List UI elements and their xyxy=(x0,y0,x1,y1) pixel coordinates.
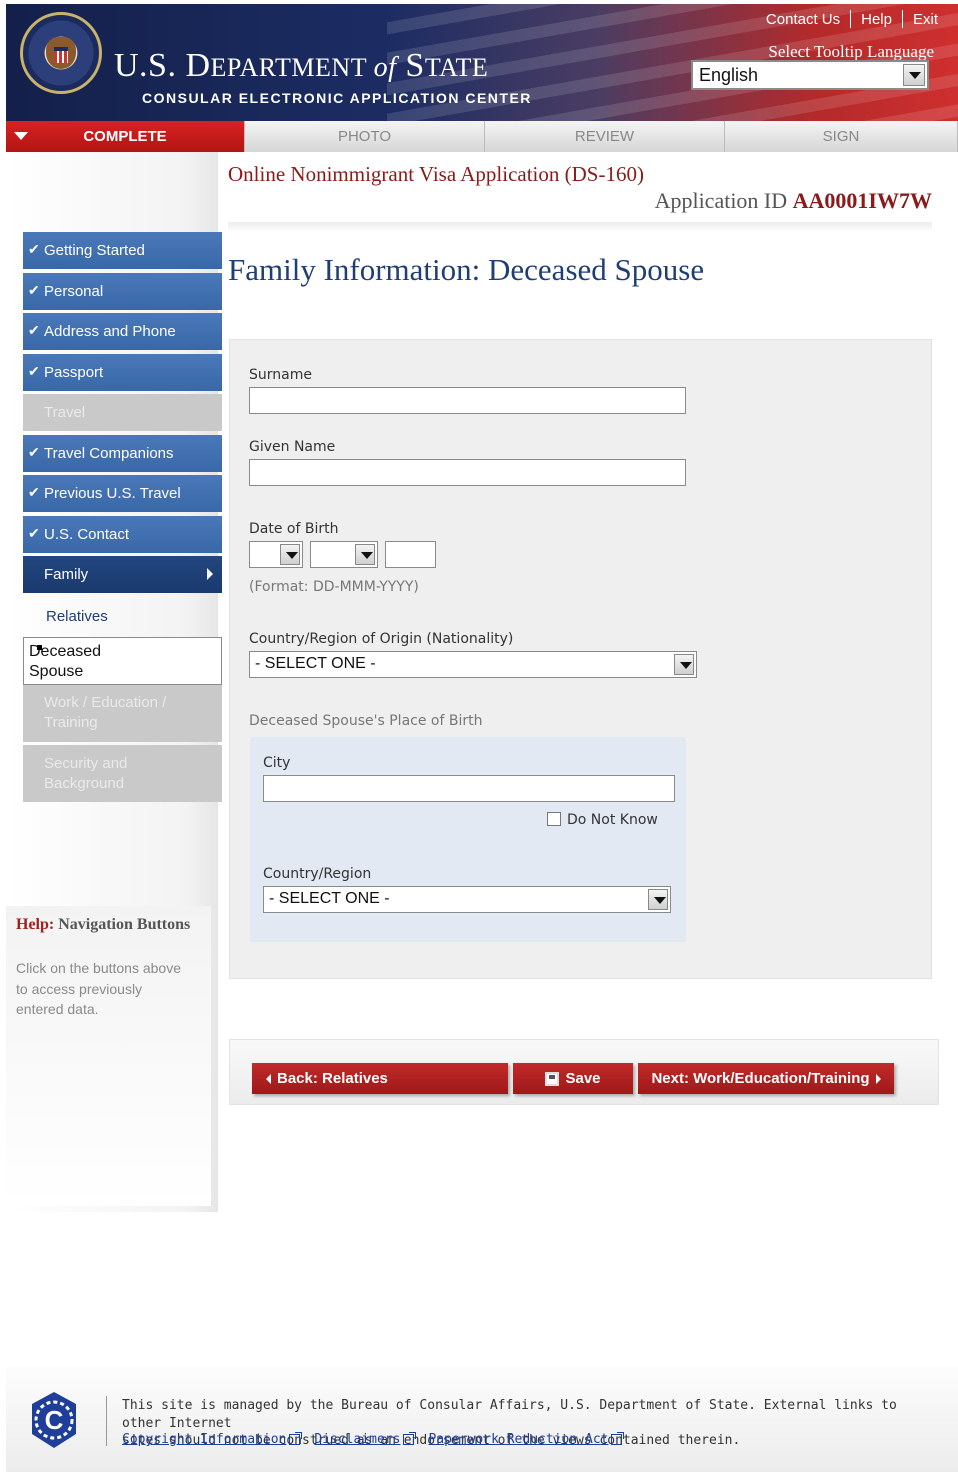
checkmark-icon: ✔ xyxy=(28,484,40,500)
footer-links: Copyright Information Disclaimers Paperw… xyxy=(122,1432,625,1447)
sidebar-nav: ✔ Getting Started ✔ Personal ✔ Address and … xyxy=(23,232,222,806)
city-input[interactable] xyxy=(263,775,675,802)
sidebar-subitem-deceased-spouse[interactable]: Deceased Spouse xyxy=(23,636,222,685)
country-region-label: Country/Region xyxy=(263,866,372,882)
tab-sign: SIGN xyxy=(725,121,958,152)
external-link-icon xyxy=(611,1432,625,1445)
consular-affairs-logo-icon: C xyxy=(32,1392,76,1448)
department-title: U.S. DEPARTMENT of STATE xyxy=(114,47,489,84)
caret-down-icon xyxy=(14,132,28,140)
department-subtitle: CONSULAR ELECTRONIC APPLICATION CENTER xyxy=(142,90,532,106)
exit-link[interactable]: Exit xyxy=(913,11,938,28)
given-name-input[interactable] xyxy=(249,459,686,486)
arrow-right-icon xyxy=(207,568,213,580)
help-box xyxy=(6,906,211,1206)
sidebar-item-travel-companions[interactable]: ✔ Travel Companions xyxy=(23,434,222,472)
checkmark-icon: ✔ xyxy=(28,241,40,257)
help-link[interactable]: Help xyxy=(861,11,892,28)
tab-complete[interactable]: COMPLETE xyxy=(6,121,245,152)
do-not-know-label: Do Not Know xyxy=(567,812,658,828)
top-links: Contact Us Help Exit xyxy=(766,10,938,28)
checkmark-icon: ✔ xyxy=(28,524,40,541)
nationality-label: Country/Region of Origin (Nationality) xyxy=(249,631,514,647)
sidebar-item-security: Security and Background xyxy=(23,745,222,802)
surname-input[interactable] xyxy=(249,387,686,414)
sidebar-item-address[interactable]: ✔ Address and Phone xyxy=(23,313,222,350)
chevron-down-icon xyxy=(674,654,694,675)
dob-format-hint: (Format: DD-MMM-YYYY) xyxy=(249,579,419,595)
sidebar-item-family[interactable]: Family xyxy=(23,556,222,593)
help-title: Help: Navigation Buttons xyxy=(16,916,191,933)
bullet-icon xyxy=(37,644,42,650)
checkmark-icon: ✔ xyxy=(28,322,40,338)
dob-year-input[interactable] xyxy=(385,541,436,568)
paperwork-reduction-link[interactable]: Paperwork Reduction Act xyxy=(428,1432,625,1447)
tooltip-language-label: Select Tooltip Language xyxy=(768,42,934,61)
help-text: Click on the buttons above to access prev… xyxy=(16,960,181,1017)
tooltip-language-select[interactable]: English xyxy=(691,60,929,90)
external-link-icon xyxy=(403,1432,417,1445)
copyright-link[interactable]: Copyright Information xyxy=(122,1432,303,1447)
arrow-left-icon xyxy=(266,1073,271,1084)
checkmark-icon: ✔ xyxy=(28,443,40,460)
sidebar-item-travel: Travel xyxy=(23,394,222,431)
sidebar-item-us-contact[interactable]: ✔ U.S. Contact xyxy=(23,515,222,553)
checkmark-icon: ✔ xyxy=(28,281,40,298)
tab-review: REVIEW xyxy=(485,121,725,152)
chevron-down-icon xyxy=(903,64,925,86)
svg-text:C: C xyxy=(45,1405,64,1435)
dob-label: Date of Birth xyxy=(249,521,339,537)
external-link-icon xyxy=(289,1432,303,1445)
title-divider xyxy=(228,222,932,232)
department-seal-icon xyxy=(20,12,102,94)
back-button[interactable]: Back: Relatives xyxy=(252,1063,508,1094)
sidebar-item-personal[interactable]: ✔ Personal xyxy=(23,272,222,310)
sidebar-item-previous-travel[interactable]: ✔ Previous U.S. Travel xyxy=(23,475,222,512)
footer-divider xyxy=(106,1396,107,1446)
nationality-select[interactable]: - SELECT ONE - xyxy=(249,651,697,678)
dob-day-select[interactable] xyxy=(249,541,303,568)
tab-photo: PHOTO xyxy=(245,121,485,152)
city-label: City xyxy=(263,755,291,771)
checkmark-icon: ✔ xyxy=(28,362,40,379)
surname-label: Surname xyxy=(249,367,312,383)
save-button[interactable]: Save xyxy=(513,1063,633,1094)
country-region-select[interactable]: - SELECT ONE - xyxy=(263,886,671,913)
do-not-know-checkbox[interactable] xyxy=(547,812,561,826)
application-id: Application ID AA0001IW7W xyxy=(654,188,932,213)
next-button[interactable]: Next: Work/Education/Training xyxy=(638,1063,894,1094)
sidebar-item-work-education: Work / Education / Training xyxy=(23,684,222,742)
form-title: Online Nonimmigrant Visa Application (DS… xyxy=(228,162,644,186)
contact-us-link[interactable]: Contact Us xyxy=(766,11,840,28)
page-title: Family Information: Deceased Spouse xyxy=(228,252,705,287)
given-name-label: Given Name xyxy=(249,439,336,455)
arrow-right-icon xyxy=(875,1073,881,1084)
chevron-down-icon xyxy=(355,544,375,565)
sidebar-item-getting-started[interactable]: ✔ Getting Started xyxy=(23,232,222,269)
sidebar-subitem-relatives[interactable]: Relatives xyxy=(23,597,222,637)
disclaimers-link[interactable]: Disclaimers xyxy=(314,1432,417,1447)
chevron-down-icon xyxy=(648,889,668,910)
dob-month-select[interactable] xyxy=(310,541,378,568)
progress-tabs: COMPLETE PHOTO REVIEW SIGN xyxy=(6,121,958,152)
sidebar-item-passport[interactable]: ✔ Passport xyxy=(23,353,222,391)
place-of-birth-label: Deceased Spouse's Place of Birth xyxy=(249,713,483,729)
chevron-down-icon xyxy=(280,544,300,565)
floppy-disk-icon xyxy=(545,1071,560,1086)
